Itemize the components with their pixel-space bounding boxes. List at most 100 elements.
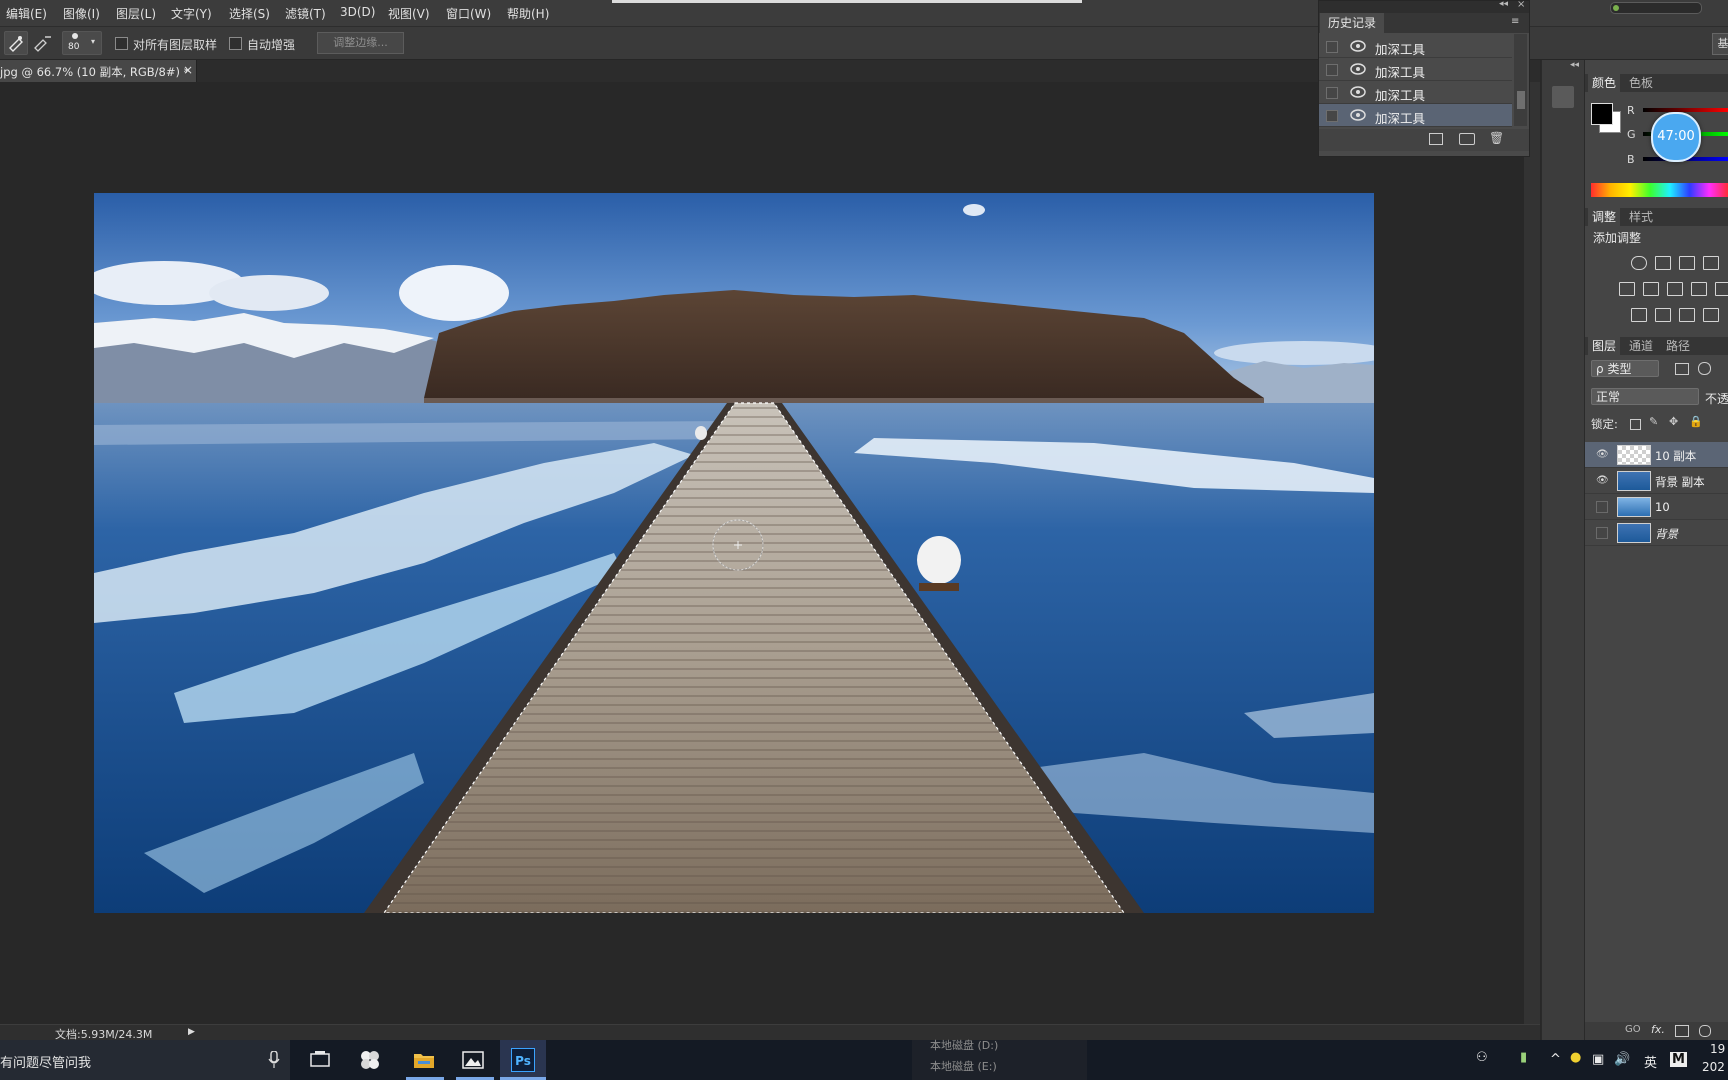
photos-app-icon[interactable] [461,1048,485,1072]
layer-row[interactable]: 👁 10 副本 [1585,442,1728,468]
document-image[interactable] [94,193,1374,913]
curves-icon[interactable] [1679,256,1695,270]
tab-history[interactable]: 历史记录 [1320,13,1384,33]
blend-mode-dropdown[interactable]: 正常 [1591,388,1699,405]
vertical-scrollbar[interactable] [1524,82,1540,1024]
tab-paths[interactable]: 路径 [1662,337,1694,355]
show-hidden-icons-icon[interactable]: ^ [1550,1052,1561,1067]
gradient-map-icon[interactable] [1703,308,1719,322]
history-item-selected[interactable]: 加深工具 [1319,104,1512,127]
quick-selection-tool-icon[interactable] [4,31,28,55]
explorer-window-preview[interactable]: 本地磁盘 (D:) 本地磁盘 (E:) [912,1039,1087,1080]
taskbar-search[interactable]: 有问题尽管问我 [0,1040,290,1080]
history-item[interactable]: 加深工具 [1319,35,1512,58]
lock-transparent-icon[interactable] [1630,419,1641,430]
menu-image[interactable]: 图像(I) [63,5,100,22]
adjustment-filter-icon[interactable] [1698,362,1711,375]
invert-icon[interactable] [1631,308,1647,322]
subtract-selection-icon[interactable] [31,33,53,53]
trash-icon[interactable]: 🗑 [1489,131,1504,145]
link-layers-icon[interactable]: GO [1625,1024,1641,1035]
history-scrollbar[interactable] [1514,34,1527,126]
expand-icon[interactable]: ◂◂ [1570,60,1579,70]
collapse-icon[interactable]: ◂◂ [1499,0,1508,9]
task-view-icon[interactable] [308,1048,332,1072]
history-scroll-thumb[interactable] [1517,91,1525,109]
clock-date[interactable]: 202 [1702,1060,1725,1074]
fx-icon[interactable]: fx. [1651,1023,1665,1036]
tab-layers[interactable]: 图层 [1588,337,1621,355]
history-panel-icon[interactable] [1552,86,1574,108]
pinwheel-app-icon[interactable] [358,1048,382,1072]
history-item[interactable]: 加深工具 [1319,58,1512,81]
tab-swatches[interactable]: 色板 [1625,74,1657,92]
menu-select[interactable]: 选择(S) [229,5,270,22]
menu-window[interactable]: 窗口(W) [446,5,491,22]
panel-menu-icon[interactable]: ≡ [1511,16,1519,27]
file-explorer-icon[interactable] [412,1048,436,1072]
photo-filter-icon[interactable] [1691,282,1707,296]
menu-filter[interactable]: 滤镜(T) [285,5,326,22]
color-balance-icon[interactable] [1643,282,1659,296]
history-item[interactable]: 加深工具 [1319,81,1512,104]
camera-icon[interactable] [1459,133,1475,145]
document-tab[interactable]: jpg @ 66.7% (10 副本, RGB/8#) * × [0,60,197,82]
search-bar-edge[interactable] [612,0,1082,3]
play-arrow-icon[interactable]: ▶ [188,1027,195,1037]
network-icon[interactable]: ▣ [1592,1052,1604,1067]
clock-time[interactable]: 19 [1710,1042,1725,1056]
tab-styles[interactable]: 样式 [1625,208,1657,226]
menu-3d[interactable]: 3D(D) [340,5,375,19]
lock-pixels-icon[interactable]: ✎ [1649,415,1658,428]
levels-icon[interactable] [1655,256,1671,270]
posterize-icon[interactable] [1655,308,1671,322]
add-mask-icon[interactable] [1675,1025,1689,1037]
panel-grip[interactable]: ◂◂ × [1319,0,1529,13]
history-snapshot-checkbox[interactable] [1326,110,1338,122]
people-icon[interactable]: ⚇ [1476,1050,1488,1065]
image-filter-icon[interactable] [1675,363,1689,375]
new-adjustment-icon[interactable] [1699,1025,1711,1037]
new-document-from-state-icon[interactable] [1429,133,1443,145]
color-spectrum-bar[interactable] [1591,183,1728,197]
auto-enhance-checkbox[interactable] [229,37,242,50]
black-white-icon[interactable] [1667,282,1683,296]
visibility-toggle[interactable] [1596,527,1608,539]
threshold-icon[interactable] [1679,308,1695,322]
eye-icon[interactable]: 👁 [1596,475,1609,486]
menu-edit[interactable]: 编辑(E) [6,5,47,22]
tab-adjustments[interactable]: 调整 [1588,208,1621,226]
menu-layer[interactable]: 图层(L) [116,5,156,22]
battery-icon[interactable]: ▮ [1520,1050,1527,1065]
volume-icon[interactable]: 🔊 [1614,1052,1630,1067]
foreground-color-swatch-top[interactable] [1591,103,1613,125]
layer-row[interactable]: 背景 [1585,520,1728,546]
menu-type[interactable]: 文字(Y) [171,5,212,22]
red-slider[interactable] [1643,108,1728,112]
close-icon[interactable]: × [183,63,193,77]
ime-indicator[interactable]: 英 [1644,1052,1657,1071]
lock-position-icon[interactable]: ✥ [1669,415,1678,428]
lock-all-icon[interactable]: 🔒 [1689,415,1703,428]
exposure-icon[interactable] [1703,256,1719,270]
vibrance-icon[interactable] [1619,282,1635,296]
channel-mixer-icon[interactable] [1715,282,1728,296]
ime-mode-icon[interactable]: M [1670,1052,1687,1067]
menu-view[interactable]: 视图(V) [388,5,430,22]
layer-filter-dropdown[interactable]: ρ 类型 [1591,360,1659,377]
layer-row[interactable]: 👁 背景 副本 [1585,468,1728,494]
eye-icon[interactable]: 👁 [1596,449,1609,460]
update-icon[interactable]: ● [1570,1050,1581,1065]
history-snapshot-checkbox[interactable] [1326,87,1338,99]
refine-edge-button[interactable]: 调整边缘... [317,32,404,54]
close-icon[interactable]: × [1517,0,1525,10]
sample-all-layers-checkbox[interactable] [115,37,128,50]
layer-row[interactable]: 10 [1585,494,1728,520]
visibility-toggle[interactable] [1596,501,1608,513]
brightness-icon[interactable] [1631,256,1647,270]
tab-color[interactable]: 颜色 [1588,74,1621,92]
history-snapshot-checkbox[interactable] [1326,41,1338,53]
tab-channels[interactable]: 通道 [1625,337,1657,355]
menu-help[interactable]: 帮助(H) [507,5,549,22]
history-snapshot-checkbox[interactable] [1326,64,1338,76]
